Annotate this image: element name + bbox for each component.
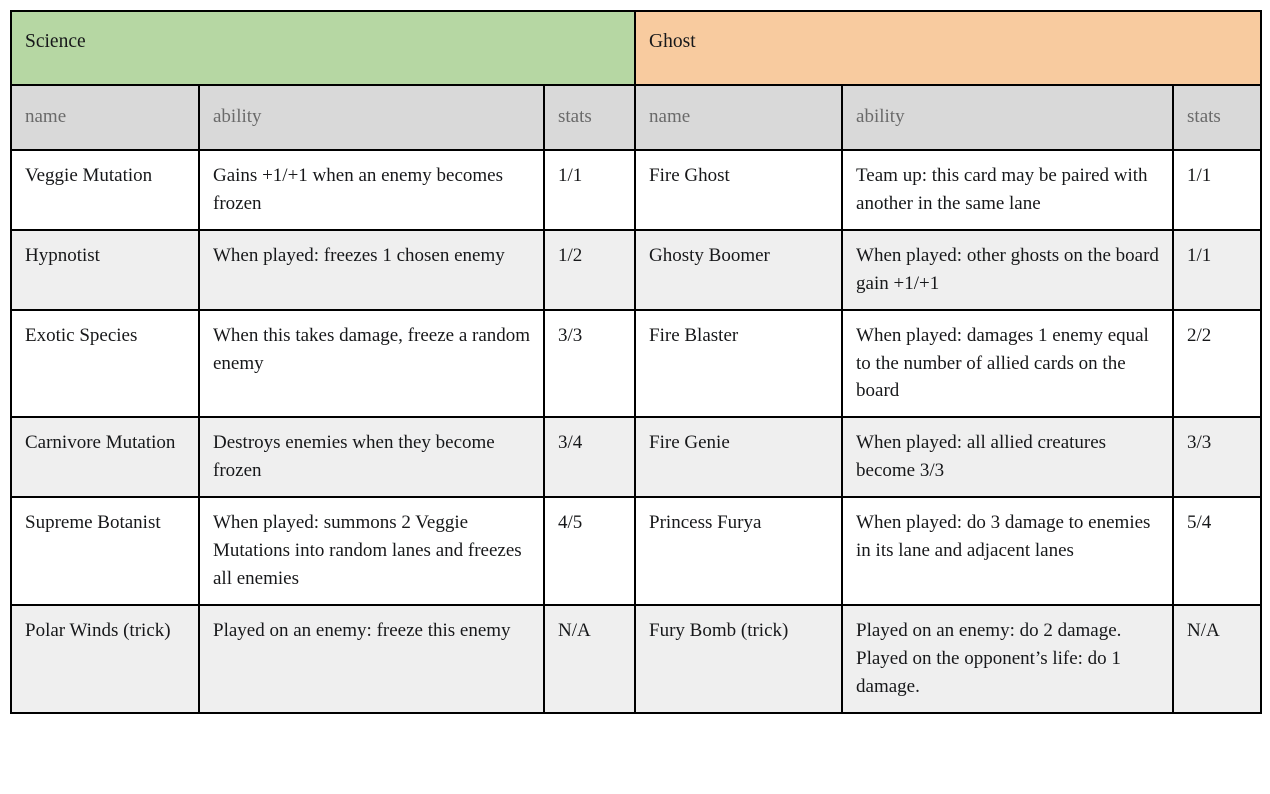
column-header-row: name ability stats name ability stats bbox=[10, 84, 1263, 151]
cell-ghost-stats: N/A bbox=[1172, 603, 1263, 714]
cell-science-ability: Gains +1/+1 when an enemy becomes frozen bbox=[198, 148, 545, 231]
page-sheet: Science Ghost name ability stats name ab… bbox=[0, 0, 1270, 794]
cell-science-ability: When played: summons 2 Veggie Mutations … bbox=[198, 496, 545, 606]
cell-ghost-name: Fire Genie bbox=[634, 416, 844, 499]
table-row: Veggie Mutation Gains +1/+1 when an enem… bbox=[10, 148, 1263, 231]
cell-science-stats: 3/4 bbox=[542, 416, 637, 499]
faction-header-science: Science bbox=[9, 10, 637, 86]
cell-science-name: Hypnotist bbox=[10, 228, 200, 311]
cell-ghost-ability: When played: damages 1 enemy equal to th… bbox=[841, 308, 1175, 419]
cell-ghost-stats: 5/4 bbox=[1172, 496, 1263, 606]
cell-science-stats: 1/2 bbox=[542, 228, 637, 311]
table-row: Supreme Botanist When played: summons 2 … bbox=[10, 496, 1263, 606]
cell-ghost-stats: 2/2 bbox=[1172, 308, 1263, 419]
cell-ghost-name: Fire Blaster bbox=[634, 308, 844, 419]
faction-header-ghost: Ghost bbox=[634, 10, 1263, 86]
cell-science-stats: 1/1 bbox=[542, 148, 637, 231]
cell-science-name: Polar Winds (trick) bbox=[10, 603, 200, 714]
column-header-science-stats: stats bbox=[542, 84, 637, 151]
cell-ghost-name: Fury Bomb (trick) bbox=[634, 603, 844, 714]
cell-science-name: Carnivore Mutation bbox=[10, 416, 200, 499]
cell-science-stats: N/A bbox=[542, 603, 637, 714]
cell-ghost-ability: When played: all allied creatures become… bbox=[841, 416, 1175, 499]
column-header-science-ability: ability bbox=[198, 84, 545, 151]
column-header-ghost-ability: ability bbox=[841, 84, 1175, 151]
cell-ghost-name: Princess Furya bbox=[634, 496, 844, 606]
table-row: Hypnotist When played: freezes 1 chosen … bbox=[10, 228, 1263, 311]
table-row: Carnivore Mutation Destroys enemies when… bbox=[10, 416, 1263, 499]
cell-science-ability: Destroys enemies when they become frozen bbox=[198, 416, 545, 499]
cell-science-stats: 4/5 bbox=[542, 496, 637, 606]
column-header-ghost-stats: stats bbox=[1172, 84, 1263, 151]
card-reference-table: Science Ghost name ability stats name ab… bbox=[9, 10, 1263, 714]
cell-ghost-ability: When played: other ghosts on the board g… bbox=[841, 228, 1175, 311]
cell-ghost-stats: 1/1 bbox=[1172, 148, 1263, 231]
cell-science-ability: Played on an enemy: freeze this enemy bbox=[198, 603, 545, 714]
cell-science-name: Supreme Botanist bbox=[10, 496, 200, 606]
cell-science-ability: When this takes damage, freeze a random … bbox=[198, 308, 545, 419]
column-header-science-name: name bbox=[10, 84, 200, 151]
cell-science-ability: When played: freezes 1 chosen enemy bbox=[198, 228, 545, 311]
cell-science-stats: 3/3 bbox=[542, 308, 637, 419]
cell-ghost-ability: Team up: this card may be paired with an… bbox=[841, 148, 1175, 231]
column-header-ghost-name: name bbox=[634, 84, 844, 151]
faction-header-row: Science Ghost bbox=[9, 10, 1263, 86]
cell-science-name: Veggie Mutation bbox=[10, 148, 200, 231]
table-row: Polar Winds (trick) Played on an enemy: … bbox=[10, 603, 1263, 714]
cell-ghost-name: Ghosty Boomer bbox=[634, 228, 844, 311]
cell-ghost-stats: 3/3 bbox=[1172, 416, 1263, 499]
cell-ghost-name: Fire Ghost bbox=[634, 148, 844, 231]
cell-ghost-stats: 1/1 bbox=[1172, 228, 1263, 311]
cell-science-name: Exotic Species bbox=[10, 308, 200, 419]
table-row: Exotic Species When this takes damage, f… bbox=[10, 308, 1263, 419]
cell-ghost-ability: When played: do 3 damage to enemies in i… bbox=[841, 496, 1175, 606]
cell-ghost-ability: Played on an enemy: do 2 damage. Played … bbox=[841, 603, 1175, 714]
